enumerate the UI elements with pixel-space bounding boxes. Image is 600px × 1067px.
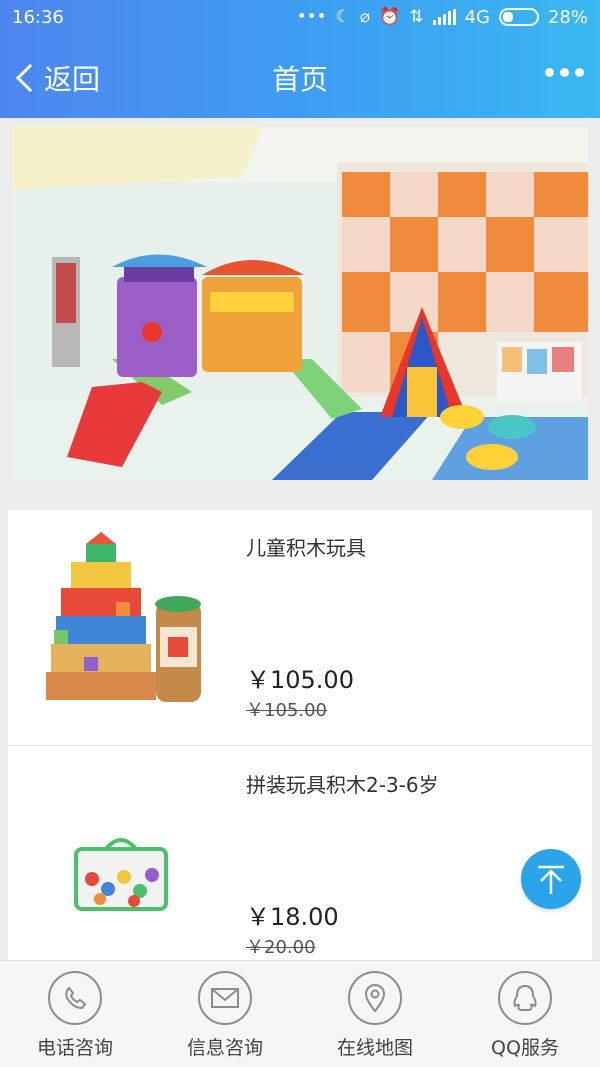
network-type: 4G — [464, 6, 490, 28]
mail-icon — [211, 988, 239, 1008]
banner-image[interactable] — [12, 127, 588, 480]
location-pin-icon — [364, 984, 386, 1013]
nav-qq-service[interactable]: QQ服务 — [450, 961, 600, 1067]
navbar: 返回 首页 — [0, 40, 600, 114]
phone-icon — [65, 986, 87, 1010]
status-time: 16:36 — [12, 7, 64, 28]
product-name: 拼装玩具积木2-3-6岁 — [246, 773, 439, 797]
product-image — [26, 769, 226, 949]
playroom-illustration — [12, 127, 588, 480]
nav-label: 电话咨询 — [36, 1037, 113, 1059]
product-price: ￥105.00 — [246, 666, 354, 694]
qq-penguin-icon — [513, 984, 537, 1011]
battery-percent: 28% — [547, 6, 588, 28]
product-price: ￥18.00 — [246, 903, 339, 931]
arrow-up-icon — [538, 865, 564, 894]
nav-label: 信息咨询 — [186, 1037, 263, 1059]
nav-message-consult[interactable]: 信息咨询 — [150, 961, 300, 1067]
more-dot-icon — [545, 68, 554, 77]
alarm-icon: ⏰ — [379, 7, 401, 27]
more-dots-icon: ••• — [296, 7, 327, 27]
more-dot-icon — [575, 68, 584, 77]
signal-icon — [432, 9, 456, 25]
data-transfer-icon: ⇅ — [409, 7, 424, 27]
status-bar: 16:36 ••• ☾ ⌀ ⏰ ⇅ 4G 28% — [0, 0, 600, 36]
product-card[interactable]: 儿童积木玩具 ￥105.00 ￥105.00 — [8, 510, 592, 746]
mute-icon: ⌀ — [359, 7, 371, 27]
more-dot-icon — [560, 68, 569, 77]
product-image — [26, 532, 226, 712]
app-header: 16:36 ••• ☾ ⌀ ⏰ ⇅ 4G 28% 返回 首页 — [0, 0, 600, 118]
product-original-price: ￥20.00 — [246, 937, 316, 958]
nav-online-map[interactable]: 在线地图 — [300, 961, 450, 1067]
nav-label: 在线地图 — [336, 1037, 413, 1059]
product-original-price: ￥105.00 — [246, 700, 327, 721]
battery-icon — [498, 8, 539, 26]
nav-label: QQ服务 — [491, 1037, 559, 1059]
page-title: 首页 — [271, 63, 328, 96]
product-card[interactable]: 拼装玩具积木2-3-6岁 ￥18.00 ￥20.00 — [8, 747, 592, 962]
more-options-button[interactable] — [545, 68, 584, 77]
scroll-to-top-button[interactable] — [521, 849, 581, 909]
nav-phone-consult[interactable]: 电话咨询 — [0, 961, 150, 1067]
bottom-nav: 电话咨询 信息咨询 在线地图 QQ服务 — [0, 960, 600, 1067]
moon-icon: ☾ — [335, 7, 351, 27]
product-list: 儿童积木玩具 ￥105.00 ￥105.00 拼装玩具积木2-3-6岁 ￥18.… — [8, 510, 592, 962]
product-name: 儿童积木玩具 — [246, 536, 366, 560]
